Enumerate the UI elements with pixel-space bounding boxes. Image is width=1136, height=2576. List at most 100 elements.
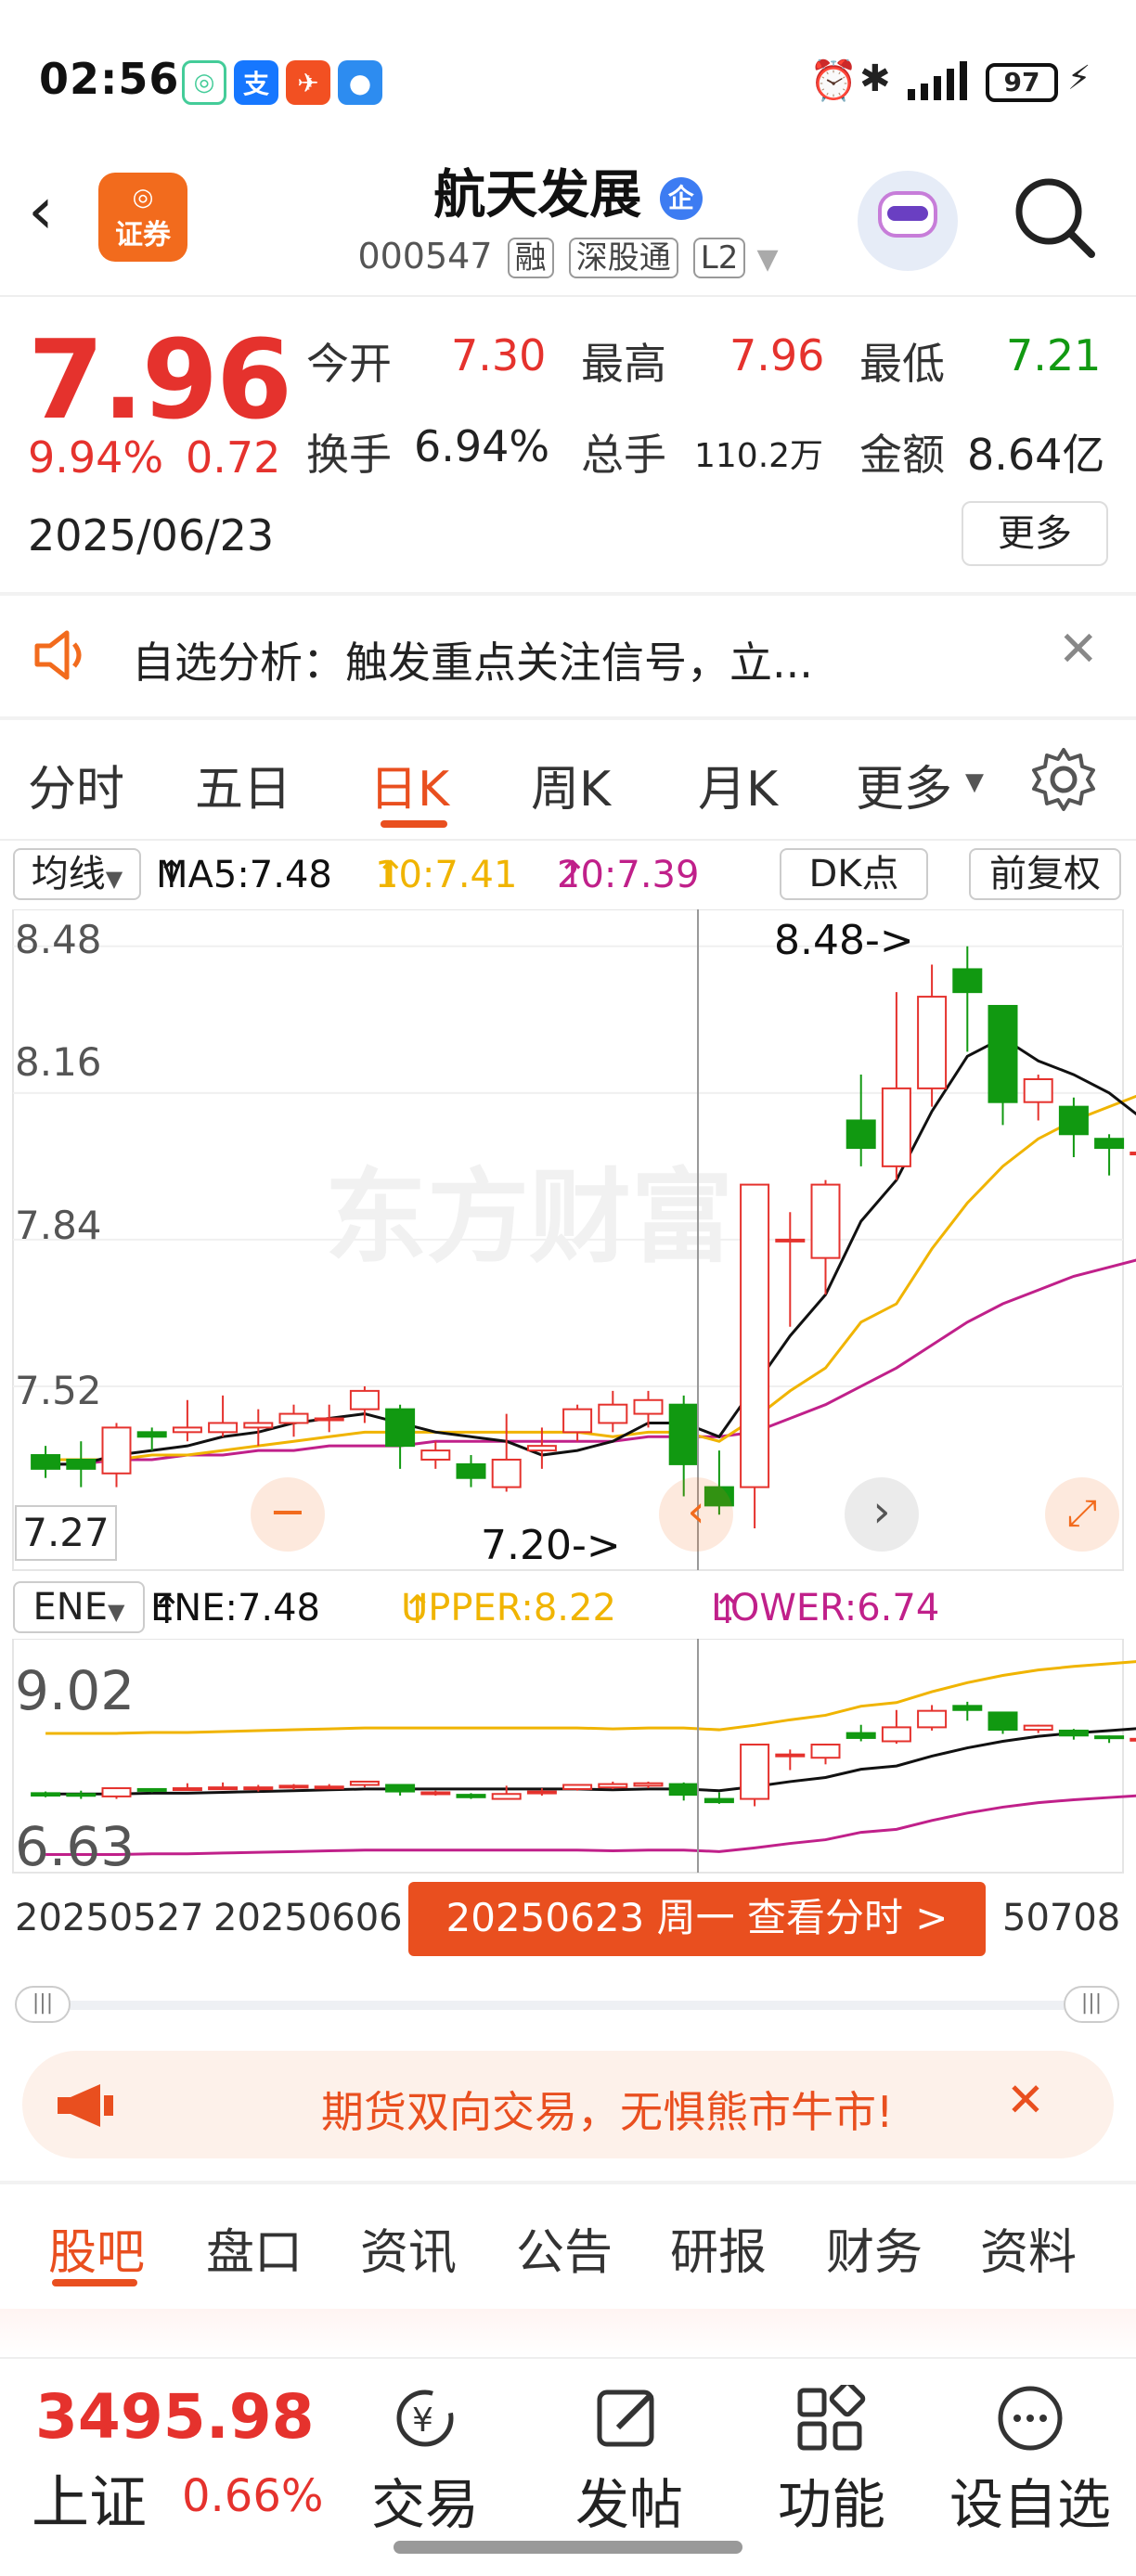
robot-assistant-avatar[interactable] bbox=[858, 171, 958, 271]
tab-orderbook[interactable]: 盘口 bbox=[206, 2213, 303, 2283]
range-handle-left[interactable]: ||| bbox=[15, 1986, 71, 2023]
view-intraday-button[interactable]: 20250623 周一 查看分时 > bbox=[408, 1882, 986, 1956]
change-amount: 0.72 bbox=[186, 432, 281, 483]
tab-profile[interactable]: 资料 bbox=[980, 2213, 1077, 2283]
ma-selector-label: 均线 bbox=[31, 853, 106, 895]
trade-label: 交易 bbox=[370, 2473, 479, 2536]
enterprise-badge: 企 bbox=[659, 176, 703, 220]
section-tab-indicator bbox=[52, 2279, 137, 2286]
add-watchlist-button[interactable]: 设自选 bbox=[937, 2385, 1123, 2539]
ene-candle bbox=[562, 1784, 593, 1791]
megaphone-icon bbox=[58, 2084, 113, 2127]
search-icon[interactable] bbox=[1012, 174, 1097, 260]
dk-point-button[interactable]: DK点 bbox=[780, 848, 928, 900]
alipay-icon: 支 bbox=[234, 60, 278, 105]
ma10-value: 10:7.41 ↑ bbox=[375, 854, 518, 896]
index-value[interactable]: 3495.98 bbox=[35, 2381, 315, 2453]
cursor-price-label: 7.27 bbox=[15, 1505, 117, 1561]
ene-candle bbox=[456, 1793, 486, 1799]
open-value: 7.30 bbox=[451, 330, 547, 380]
ma20-value: 20:7.39 ↑ bbox=[557, 854, 700, 896]
ma-selector[interactable]: 均线▼ bbox=[13, 848, 141, 900]
x-label-0708: 50708 bbox=[1002, 1897, 1121, 1939]
candle bbox=[740, 1183, 770, 1529]
stock-name: 航天发展 bbox=[433, 165, 642, 225]
app-notification-icon-2: ✈ bbox=[286, 60, 330, 105]
post-button[interactable]: 发帖 bbox=[536, 2385, 722, 2539]
low-marker: 7.20-> bbox=[481, 1522, 621, 1569]
tabs-divider bbox=[0, 839, 1136, 841]
ene-upper-value: UPPER:8.22 ↑ bbox=[401, 1587, 616, 1632]
quote-more-button[interactable]: 更多 bbox=[962, 501, 1108, 566]
trade-yuan-icon: ¥ bbox=[396, 2389, 454, 2447]
tab-more[interactable]: 更多 bbox=[856, 750, 952, 819]
stock-code: 000547 bbox=[357, 236, 493, 277]
ma5-value: MA5:7.48 ↑ bbox=[156, 854, 332, 896]
ene-candle bbox=[1130, 1737, 1136, 1742]
stock-code-row: 000547 融 深股通 L2 ▼ bbox=[0, 232, 1136, 278]
ene-selector[interactable]: ENE▼ bbox=[13, 1581, 145, 1633]
volume-label: 总手 bbox=[581, 430, 666, 480]
status-bar: 02:56 ◎ 支 ✈ ● ⏰ ✱ 97 ⚡ bbox=[0, 0, 1136, 158]
tab-intraday[interactable]: 分时 bbox=[28, 750, 124, 819]
high-label: 最高 bbox=[581, 339, 666, 389]
features-label: 功能 bbox=[777, 2473, 885, 2536]
ene-candle bbox=[988, 1711, 1018, 1734]
close-icon[interactable]: ✕ bbox=[1058, 622, 1099, 677]
ene-candle bbox=[420, 1790, 451, 1797]
ene-candle bbox=[136, 1787, 167, 1793]
y-label-752: 7.52 bbox=[15, 1368, 102, 1413]
index-name[interactable]: 上证 bbox=[32, 2455, 147, 2539]
amount-value: 8.64亿 bbox=[967, 430, 1105, 480]
notice-bar[interactable]: 自选分析：触发重点关注信号，立... ✕ bbox=[0, 594, 1136, 716]
turnover-label: 换手 bbox=[306, 430, 392, 480]
scroll-left-button[interactable]: ‹ bbox=[659, 1477, 733, 1552]
tab-financials[interactable]: 财务 bbox=[826, 2213, 923, 2283]
zoom-out-button[interactable]: − bbox=[251, 1477, 325, 1552]
notice-divider bbox=[0, 716, 1136, 720]
tab-forum[interactable]: 股吧 bbox=[48, 2213, 145, 2283]
amount-label: 金额 bbox=[859, 430, 945, 480]
margin-tag: 融 bbox=[507, 238, 554, 278]
adjust-button[interactable]: 前复权 bbox=[969, 848, 1121, 900]
tab-announcements[interactable]: 公告 bbox=[516, 2213, 613, 2283]
range-handle-right[interactable]: ||| bbox=[1064, 1986, 1119, 2023]
tab-news[interactable]: 资讯 bbox=[360, 2213, 457, 2283]
tab-monthly-k[interactable]: 月K bbox=[698, 750, 778, 819]
trade-button[interactable]: ¥ 交易 bbox=[332, 2385, 518, 2539]
candlestick-chart[interactable]: 东方财富 bbox=[0, 909, 1136, 1578]
clock: 02:56 bbox=[39, 54, 180, 104]
index-change[interactable]: 0.66% bbox=[182, 2470, 323, 2522]
ene-candle bbox=[740, 1744, 770, 1807]
low-value: 7.21 bbox=[1006, 330, 1102, 380]
fullscreen-icon[interactable]: ⤢ bbox=[1045, 1477, 1119, 1552]
promo-banner[interactable]: 期货双向交易，无惧熊市牛市! ✕ bbox=[22, 2051, 1114, 2158]
app-notification-icon: ◎ bbox=[182, 60, 226, 105]
scroll-right-button[interactable]: › bbox=[845, 1477, 919, 1552]
chevron-down-icon: ▼ bbox=[965, 768, 984, 796]
y-label-784: 7.84 bbox=[15, 1203, 102, 1248]
close-icon[interactable]: ✕ bbox=[1006, 2073, 1045, 2127]
features-button[interactable]: 功能 bbox=[739, 2380, 924, 2539]
open-label: 今开 bbox=[306, 339, 392, 389]
charging-icon: ⚡ bbox=[1067, 59, 1091, 97]
ene-candle bbox=[31, 1791, 61, 1797]
high-value: 7.96 bbox=[729, 330, 825, 380]
quote-date: 2025/06/23 bbox=[28, 510, 275, 560]
tab-weekly-k[interactable]: 周K bbox=[531, 750, 611, 819]
signal-icon bbox=[908, 61, 967, 100]
range-slider[interactable]: ||| ||| bbox=[15, 1986, 1121, 2023]
tab-research[interactable]: 研报 bbox=[670, 2213, 767, 2283]
candle bbox=[1130, 1152, 1136, 1156]
battery-icon: 97 bbox=[986, 63, 1058, 102]
chevron-down-icon: ▼ bbox=[105, 866, 123, 892]
ene-chart[interactable] bbox=[0, 1639, 1136, 1880]
settings-gear-icon[interactable] bbox=[1030, 746, 1097, 813]
tab-five-day[interactable]: 五日 bbox=[195, 750, 291, 819]
range-track bbox=[43, 2001, 1082, 2010]
bluetooth-icon: ✱ bbox=[859, 58, 891, 100]
tab-daily-k[interactable]: 日K bbox=[369, 750, 449, 819]
dropdown-icon[interactable]: ▼ bbox=[756, 243, 778, 276]
ene-candle bbox=[101, 1787, 132, 1799]
promo-text: 期货双向交易，无惧熊市牛市! bbox=[321, 2087, 894, 2137]
